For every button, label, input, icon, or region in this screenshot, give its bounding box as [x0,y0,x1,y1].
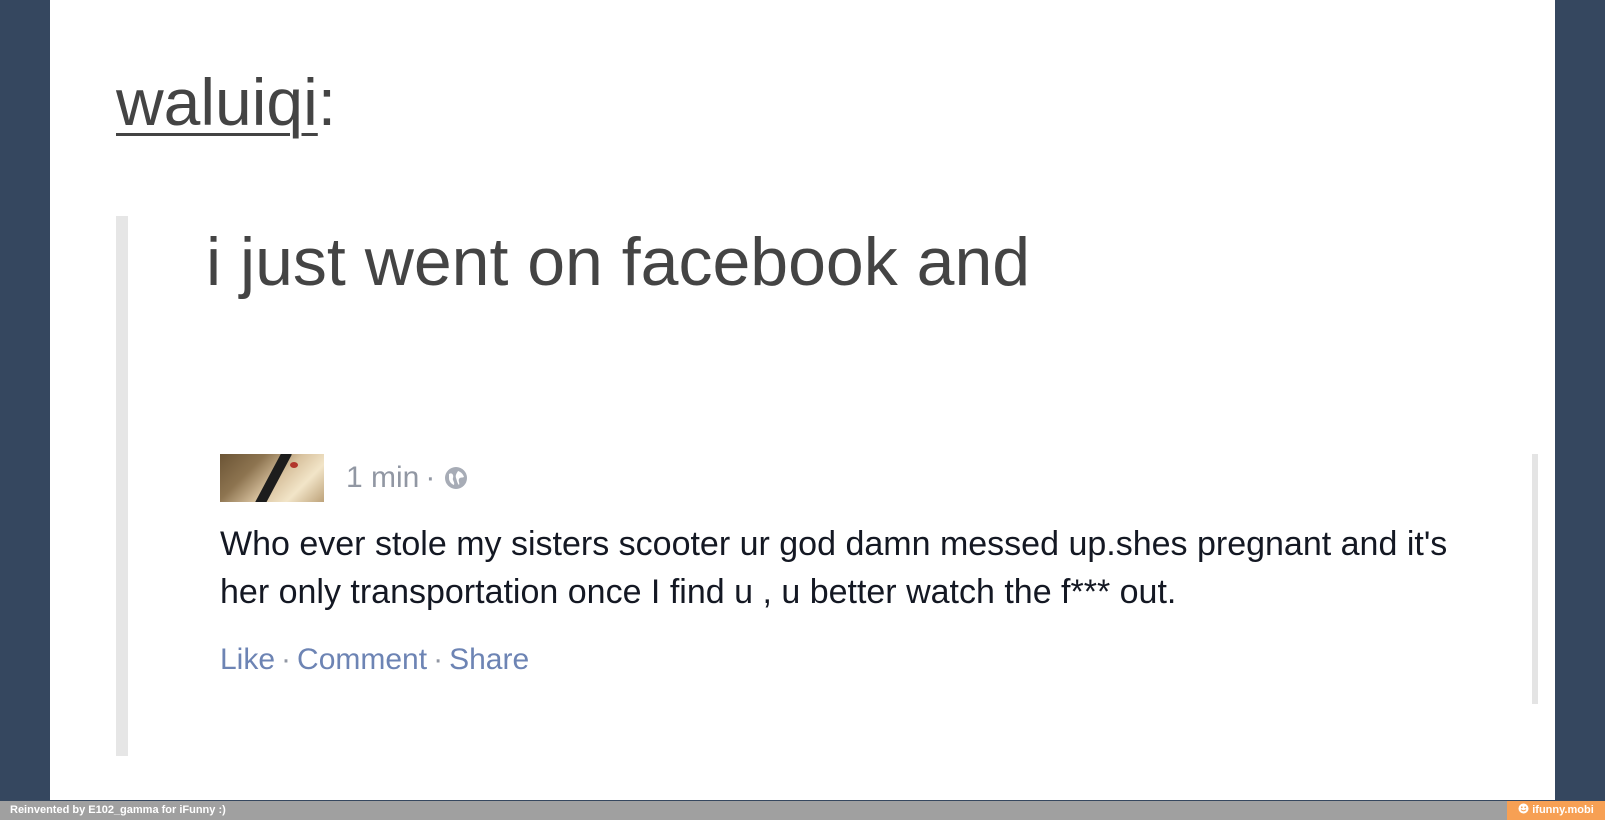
watermark-brand: ifunny.mobi [1507,801,1605,820]
globe-icon[interactable] [443,465,469,491]
username-colon: : [317,65,337,139]
avatar[interactable] [220,454,324,502]
facebook-post-border [1532,454,1538,704]
watermark-brand-text: ifunny.mobi [1532,804,1594,816]
smile-icon [1518,803,1529,814]
page: waluiqi: i just went on facebook and 1 m… [0,0,1605,820]
watermark-credit: Reinvented by E102_gamma for iFunny :) [10,804,226,816]
post-body-text: Who ever stole my sisters scooter ur god… [220,525,1448,611]
meta-separator: · [425,461,436,494]
tumblr-post-card: waluiqi: i just went on facebook and 1 m… [50,0,1555,800]
quote-text: i just went on facebook and [206,224,1031,300]
blockquote-bar [116,216,128,756]
post-header: waluiqi: [116,62,336,142]
action-separator: · [433,643,444,676]
username-link[interactable]: waluiqi [116,65,318,139]
action-separator: · [281,643,292,676]
watermark-bar: Reinvented by E102_gamma for iFunny :) i… [0,801,1605,820]
comment-link[interactable]: Comment [297,643,427,676]
like-link[interactable]: Like [220,643,275,676]
post-meta: 1 min · [346,458,469,498]
post-actions: Like · Comment · Share [220,640,529,680]
share-link[interactable]: Share [449,643,529,676]
post-timestamp[interactable]: 1 min [346,458,419,498]
facebook-post-screenshot: 1 min · Who ever stole my sisters scoote… [220,452,1538,704]
